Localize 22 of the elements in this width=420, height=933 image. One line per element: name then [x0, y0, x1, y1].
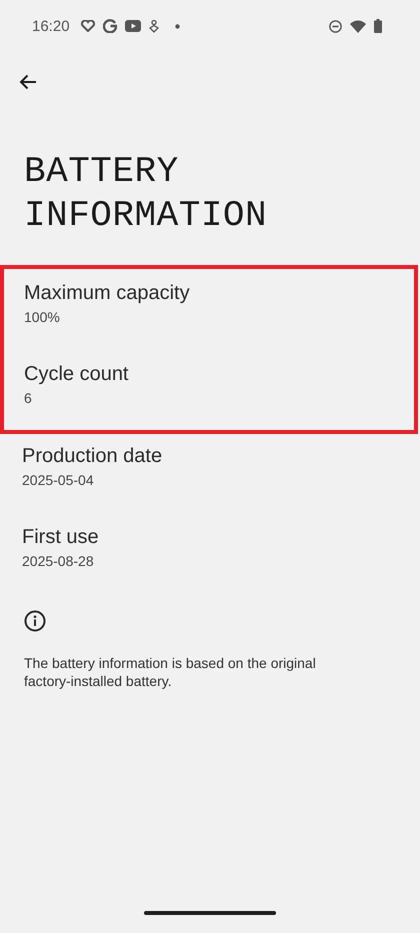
page-title: BATTERY INFORMATION [24, 150, 268, 238]
item-label: Maximum capacity [24, 281, 190, 306]
battery-icon [374, 19, 382, 33]
g-icon [102, 19, 117, 33]
item-value: 2025-05-04 [22, 471, 94, 490]
play-icon [124, 20, 141, 32]
item-value: 6 [24, 389, 32, 408]
item-label: Cycle count [24, 362, 128, 387]
battery-note: The battery information is based on the original factory-installed battery. [24, 654, 317, 690]
item-value: 2025-08-28 [22, 552, 94, 571]
status-time: 16:20 [32, 18, 70, 34]
item-value: 100% [24, 308, 60, 327]
info-icon [24, 610, 46, 632]
item-label: Production date [22, 444, 162, 469]
item-label: First use [22, 525, 99, 550]
person-icon [148, 20, 159, 32]
wifi-icon [350, 20, 366, 32]
heart-icon [80, 20, 95, 32]
do-not-disturb-icon [329, 20, 342, 32]
dot-icon [174, 24, 180, 28]
navigation-handle[interactable] [144, 911, 276, 915]
back-arrow-icon[interactable] [19, 74, 37, 90]
